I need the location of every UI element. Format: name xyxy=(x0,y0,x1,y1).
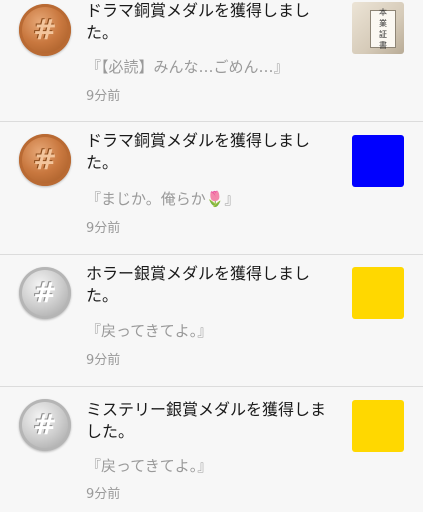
notification-quote[interactable]: 『戻ってきてよ。』 xyxy=(86,456,336,476)
notification-time: 9分前 xyxy=(86,353,121,368)
notification-quote[interactable]: 『まじか。俺らか🌷』 xyxy=(86,189,336,209)
notification-item[interactable]: # ドラマ銅賞メダルを獲得しました。 『【必読】みんな…ごめん…』 9分前 本 … xyxy=(0,0,423,122)
post-thumbnail[interactable]: 本 業 証 書 xyxy=(352,2,404,54)
notification-item[interactable]: # ミステリー銀賞メダルを獲得しました。 『戻ってきてよ。』 9分前 xyxy=(0,387,423,512)
notification-time: 9分前 xyxy=(86,221,121,236)
notification-time: 9分前 xyxy=(86,89,121,104)
tulip-emoji-icon: 🌷 xyxy=(205,190,225,208)
notification-feed: # ドラマ銅賞メダルを獲得しました。 『【必読】みんな…ごめん…』 9分前 本 … xyxy=(0,0,423,512)
silver-medal-icon: # xyxy=(19,267,71,319)
post-thumbnail[interactable] xyxy=(352,267,404,319)
notification-item[interactable]: # ドラマ銅賞メダルを獲得しました。 『まじか。俺らか🌷』 9分前 xyxy=(0,122,423,255)
silver-medal-icon: # xyxy=(19,399,71,451)
notification-title: ドラマ銅賞メダルを獲得しました。 xyxy=(86,131,311,172)
notification-item[interactable]: # ホラー銀賞メダルを獲得しました。 『戻ってきてよ。』 9分前 xyxy=(0,255,423,387)
notification-quote[interactable]: 『【必読】みんな…ごめん…』 xyxy=(86,57,336,77)
notification-quote[interactable]: 『戻ってきてよ。』 xyxy=(86,321,336,341)
certificate-image-icon: 本 業 証 書 xyxy=(370,8,396,50)
post-thumbnail[interactable] xyxy=(352,135,404,187)
bronze-medal-icon: # xyxy=(19,4,71,56)
bronze-medal-icon: # xyxy=(19,134,71,186)
notification-time: 9分前 xyxy=(86,487,121,502)
notification-title: ホラー銀賞メダルを獲得しました。 xyxy=(86,264,311,305)
notification-title: ミステリー銀賞メダルを獲得しました。 xyxy=(86,400,327,441)
post-thumbnail[interactable] xyxy=(352,400,404,452)
notification-title: ドラマ銅賞メダルを獲得しました。 xyxy=(86,1,311,42)
